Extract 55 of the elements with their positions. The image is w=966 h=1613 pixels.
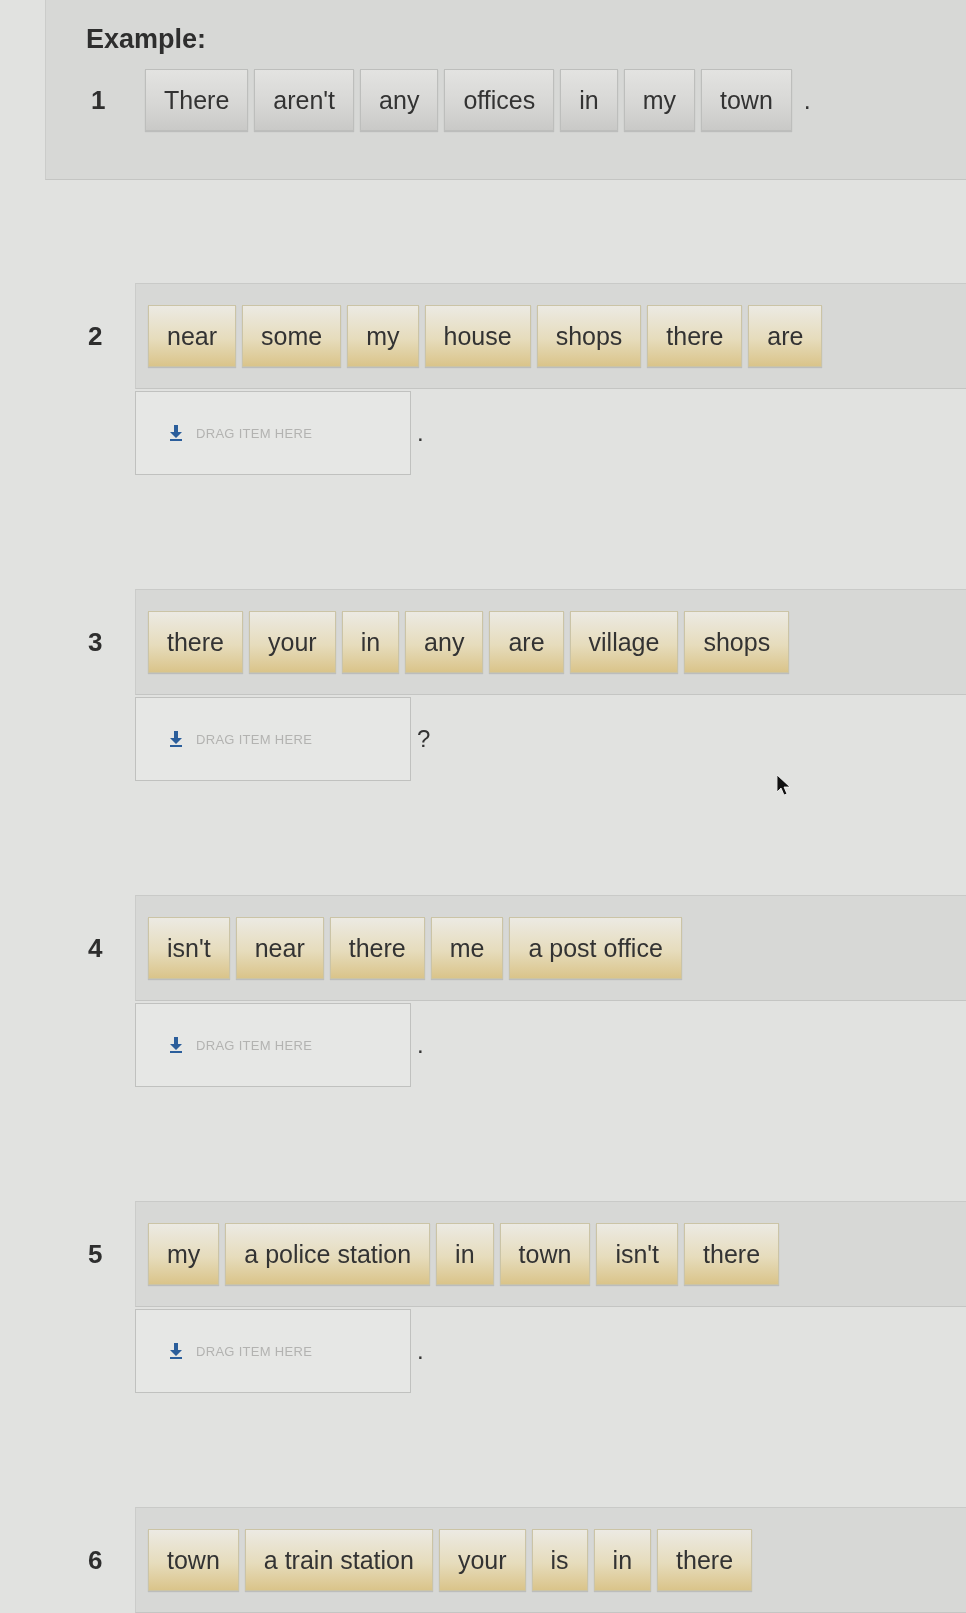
word-tile[interactable]: town xyxy=(499,1223,591,1285)
question-number: 3 xyxy=(88,626,104,658)
word-tile[interactable]: house xyxy=(424,305,531,367)
word-tile[interactable]: there xyxy=(647,305,743,367)
question-number: 1 xyxy=(90,84,107,116)
word-tile: There xyxy=(145,69,249,131)
word-tile[interactable]: village xyxy=(569,611,679,673)
word-tile[interactable]: in xyxy=(341,611,400,673)
down-arrow-icon xyxy=(170,731,182,747)
mouse-pointer-icon xyxy=(777,775,791,795)
down-arrow-icon xyxy=(170,425,182,441)
word-tile[interactable]: town xyxy=(148,1529,239,1591)
word-tile[interactable]: isn't xyxy=(148,917,230,979)
word-tile: any xyxy=(360,69,439,131)
question-number: 4 xyxy=(88,932,104,964)
word-tile[interactable]: is xyxy=(531,1529,588,1591)
end-punctuation: . xyxy=(417,1337,424,1365)
word-tile[interactable]: some xyxy=(242,305,342,367)
word-tile: in xyxy=(560,69,618,131)
word-tile[interactable]: me xyxy=(430,917,504,979)
end-punctuation: ? xyxy=(417,725,431,753)
word-tile[interactable]: a police station xyxy=(225,1223,431,1285)
question-number: 5 xyxy=(88,1238,104,1270)
end-punctuation: . xyxy=(417,419,424,447)
question-number: 6 xyxy=(88,1544,104,1576)
question-number: 2 xyxy=(88,320,104,352)
end-punctuation: . xyxy=(417,1031,424,1059)
word-tile[interactable]: your xyxy=(249,611,336,673)
word-tile[interactable]: are xyxy=(489,611,564,673)
word-tile[interactable]: there xyxy=(329,917,425,979)
down-arrow-icon xyxy=(170,1037,182,1053)
word-tile[interactable]: my xyxy=(148,1223,220,1285)
word-tile[interactable]: there xyxy=(657,1529,753,1591)
word-tile: town xyxy=(701,69,792,131)
word-tile[interactable]: near xyxy=(235,917,324,979)
word-tile[interactable]: your xyxy=(438,1529,526,1591)
word-tile: my xyxy=(623,69,695,131)
word-tile[interactable]: in xyxy=(593,1529,652,1591)
down-arrow-icon xyxy=(170,1343,182,1359)
word-tile[interactable]: there xyxy=(684,1223,780,1285)
word-tile: aren't xyxy=(254,69,355,131)
word-tile: offices xyxy=(444,69,555,131)
word-tile[interactable]: in xyxy=(436,1223,494,1285)
word-tile[interactable]: isn't xyxy=(596,1223,679,1285)
word-tile[interactable]: there xyxy=(148,611,243,673)
word-tile[interactable]: are xyxy=(748,305,823,367)
word-tile[interactable]: shops xyxy=(684,611,790,673)
word-tile[interactable]: shops xyxy=(536,305,642,367)
word-tile[interactable]: near xyxy=(148,305,237,367)
word-tile[interactable]: a train station xyxy=(244,1529,433,1591)
word-tile[interactable]: a post office xyxy=(509,917,682,979)
example-heading: Example: xyxy=(85,24,208,55)
word-tile[interactable]: my xyxy=(347,305,419,367)
word-tile[interactable]: any xyxy=(405,611,484,673)
end-punctuation: . xyxy=(803,85,811,115)
